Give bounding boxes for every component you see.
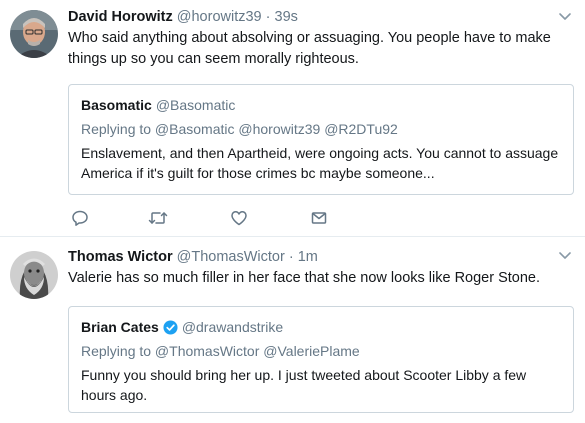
user-handle[interactable]: @horowitz39 [177,9,262,25]
quoted-user-handle: @drawandstrike [181,319,284,335]
retweet-icon[interactable] [146,206,170,230]
quoted-tweet-text: Funny you should bring her up. I just tw… [81,367,527,403]
tweet-actions [68,206,368,230]
tweet-header: David Horowitz @horowitz39 · 39s [68,8,298,26]
chevron-down-icon[interactable] [557,249,573,261]
avatar[interactable] [10,10,58,58]
avatar-photo-icon [10,251,58,299]
tweet[interactable]: Thomas Wictor @ThomasWictor · 1m Valerie… [0,237,585,423]
user-handle[interactable]: @ThomasWictor [177,249,285,265]
quoted-user-name: Basomatic [81,97,152,113]
like-icon[interactable] [227,206,251,230]
separator-dot: · [288,249,294,265]
timestamp[interactable]: 1m [298,249,318,265]
quoted-tweet[interactable]: Brian Cates @drawandstrike Replying to @… [68,306,574,413]
verified-badge-icon [163,319,178,335]
quoted-tweet-header: Brian Cates @drawandstrike [81,318,283,336]
avatar-photo-icon [10,10,58,58]
separator-dot: · [265,9,271,25]
user-name[interactable]: Thomas Wictor [68,249,173,265]
quoted-user-handle: @Basomatic [155,97,236,113]
chevron-down-icon[interactable] [557,10,573,22]
reply-icon[interactable] [68,206,92,230]
replying-to: Replying to @Basomatic @horowitz39 @R2DT… [81,121,398,137]
quoted-tweet-header: Basomatic @Basomatic [81,96,235,114]
direct-message-icon[interactable] [307,206,331,230]
tweet[interactable]: David Horowitz @horowitz39 · 39s Who sai… [0,0,585,237]
user-name[interactable]: David Horowitz [68,9,173,25]
avatar[interactable] [10,251,58,299]
timestamp[interactable]: 39s [275,9,298,25]
quoted-user-name: Brian Cates [81,319,159,335]
tweet-header: Thomas Wictor @ThomasWictor · 1m [68,248,318,266]
quoted-tweet[interactable]: Basomatic @Basomatic Replying to @Basoma… [68,84,574,195]
replying-to: Replying to @ThomasWictor @ValeriePlame [81,343,360,359]
quoted-tweet-text: Enslavement, and then Apartheid, were on… [81,145,559,181]
tweet-text: Who said anything about absolving or ass… [68,30,551,67]
tweet-text: Valerie has so much filler in her face t… [68,270,541,286]
